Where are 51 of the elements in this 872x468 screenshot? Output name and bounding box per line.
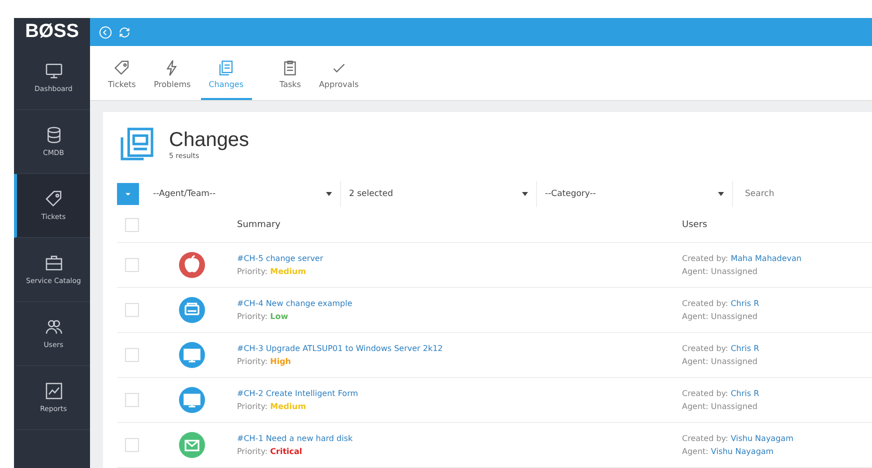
agent-text: Agent: Unassigned bbox=[682, 402, 758, 411]
page-title: Changes bbox=[169, 128, 250, 152]
bulk-action-button[interactable] bbox=[117, 183, 139, 205]
created-by-text: Created by: Chris R bbox=[682, 344, 760, 353]
row-checkbox[interactable] bbox=[125, 348, 139, 362]
change-title-link[interactable]: #CH-5 change server bbox=[237, 254, 682, 263]
monitor-icon bbox=[44, 61, 64, 82]
agent-text: Agent: Vishu Nayagam bbox=[682, 447, 775, 456]
agent-text: Agent: Unassigned bbox=[682, 357, 758, 366]
logo[interactable]: BØSS bbox=[14, 18, 90, 46]
created-by-text: Created by: Chris R bbox=[682, 299, 760, 308]
printer-icon bbox=[179, 297, 205, 323]
back-icon bbox=[98, 24, 113, 40]
agent-text: Agent: Unassigned bbox=[682, 267, 758, 276]
priority-text: Priority: Medium bbox=[237, 402, 308, 411]
tab[interactable]: Tasks bbox=[272, 50, 309, 100]
column-header: Users bbox=[682, 220, 708, 230]
created-by-text: Created by: Chris R bbox=[682, 389, 760, 398]
row-checkbox[interactable] bbox=[125, 258, 139, 272]
tag-icon bbox=[44, 189, 64, 210]
column-header: Summary bbox=[237, 220, 282, 230]
row-checkbox[interactable] bbox=[125, 303, 139, 317]
caret-icon bbox=[326, 192, 332, 196]
row-checkbox[interactable] bbox=[125, 393, 139, 407]
caret-icon bbox=[718, 192, 724, 196]
document-icon bbox=[217, 59, 236, 77]
caret-icon bbox=[522, 192, 528, 196]
refresh-icon bbox=[117, 24, 132, 40]
briefcase-icon bbox=[44, 253, 64, 274]
created-by-text: Created by: Vishu Nayagam bbox=[682, 434, 794, 443]
tab[interactable]: Approvals bbox=[310, 50, 367, 100]
mail-icon bbox=[179, 432, 205, 458]
tab[interactable]: Tickets bbox=[100, 50, 144, 100]
priority-text: Priority: Critical bbox=[237, 447, 304, 456]
change-title-link[interactable]: #CH-3 Upgrade ATLSUP01 to Windows Server 2k12 bbox=[237, 344, 682, 353]
apple-icon bbox=[179, 252, 205, 278]
chart-icon bbox=[44, 381, 64, 402]
tag-icon bbox=[112, 59, 131, 77]
change-title-link[interactable]: #CH-1 Need a new hard disk bbox=[237, 434, 682, 443]
tab[interactable]: Problems bbox=[146, 50, 199, 100]
change-title-link[interactable]: #CH-2 Create Intelligent Form bbox=[237, 389, 682, 398]
monitor-icon bbox=[179, 387, 205, 413]
created-by-text: Created by: Maha Mahadevan bbox=[682, 254, 802, 263]
change-title-link[interactable]: #CH-4 New change example bbox=[237, 299, 682, 308]
priority-text: Priority: High bbox=[237, 357, 292, 366]
row-checkbox[interactable] bbox=[125, 438, 139, 452]
select-all-checkbox[interactable] bbox=[125, 218, 139, 232]
agent-text: Agent: Unassigned bbox=[682, 312, 758, 321]
monitor-icon bbox=[179, 342, 205, 368]
priority-text: Priority: Medium bbox=[237, 267, 308, 276]
priority-text: Priority: Low bbox=[237, 312, 290, 321]
